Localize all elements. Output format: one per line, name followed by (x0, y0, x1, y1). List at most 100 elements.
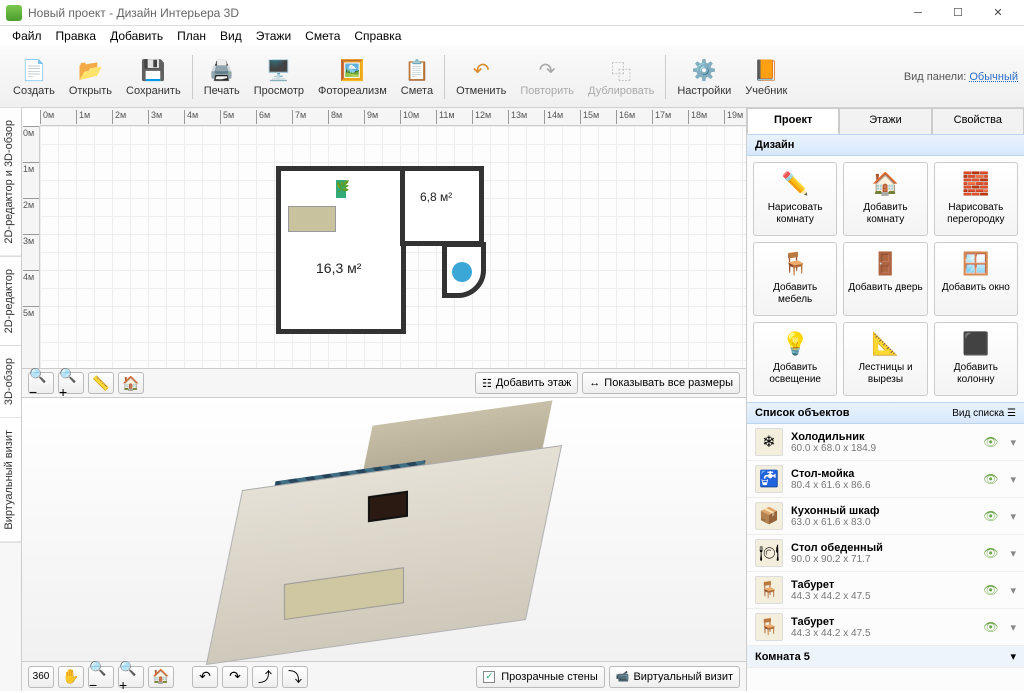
design-card-label: Нарисовать комнату (756, 202, 834, 225)
ruler-icon: 📏 (92, 375, 109, 392)
object-row[interactable]: 🍽Стол обеденный90.0 x 90.2 x 71.7👁▾ (747, 535, 1024, 572)
canvas-2d[interactable]: 🌿 16,3 м² 6,8 м² (40, 126, 746, 368)
create-button[interactable]: 📄Создать (7, 55, 61, 99)
folder-open-icon: 📂 (76, 57, 104, 85)
virtual-visit-button[interactable]: 📹Виртуальный визит (609, 666, 740, 688)
object-row[interactable]: 🚰Стол-мойка80.4 x 61.6 x 86.6👁▾ (747, 461, 1024, 498)
save-button[interactable]: 💾Сохранить (120, 55, 187, 99)
object-thumbnail-icon: 🪑 (755, 613, 783, 641)
visibility-toggle[interactable]: 👁 (983, 509, 998, 523)
design-card-icon: ⬛ (960, 329, 992, 359)
object-dimensions: 44.3 x 44.2 x 47.5 (791, 591, 871, 602)
design-card-2[interactable]: 🧱Нарисовать перегородку (934, 162, 1018, 236)
design-card-7[interactable]: 📐Лестницы и вырезы (843, 322, 927, 396)
visibility-toggle[interactable]: 👁 (983, 472, 998, 486)
preview-button[interactable]: 🖥️Просмотр (248, 55, 310, 99)
object-dimensions: 60.0 x 68.0 x 184.9 (791, 443, 876, 454)
visibility-toggle[interactable]: 👁 (983, 583, 998, 597)
left-view-tabs: 2D-редактор и 3D-обзор 2D-редактор 3D-об… (0, 108, 22, 691)
ruler-vertical: 0м1м2м3м4м5м (22, 126, 40, 368)
minimize-button[interactable]: ─ (898, 2, 938, 24)
design-card-1[interactable]: 🏠Добавить комнату (843, 162, 927, 236)
photoreal-button[interactable]: 🖼️Фотореализм (312, 55, 393, 99)
home-3d-button[interactable]: 🏠 (148, 666, 174, 688)
undo-button[interactable]: ↶Отменить (450, 55, 512, 99)
open-button[interactable]: 📂Открыть (63, 55, 118, 99)
object-dimensions: 80.4 x 61.6 x 86.6 (791, 480, 871, 491)
object-row[interactable]: 🪑Табурет44.3 x 44.2 x 47.5👁▾ (747, 572, 1024, 609)
tilt-down-button[interactable]: ⤵ (282, 666, 308, 688)
object-row[interactable]: 🪑Табурет44.3 x 44.2 x 47.5👁▾ (747, 609, 1024, 646)
measure-button[interactable]: 📏 (88, 372, 114, 394)
visibility-toggle[interactable]: 👁 (983, 546, 998, 560)
menu-add[interactable]: Добавить (104, 28, 169, 44)
redo-button[interactable]: ↷Повторить (514, 55, 580, 99)
manual-button[interactable]: 📙Учебник (739, 55, 793, 99)
tab-project[interactable]: Проект (747, 108, 839, 134)
design-tools-grid: ✏️Нарисовать комнату🏠Добавить комнату🧱На… (747, 156, 1024, 402)
menu-floors[interactable]: Этажи (250, 28, 297, 44)
menu-estimate[interactable]: Смета (299, 28, 346, 44)
chevron-down-icon[interactable]: ▾ (1010, 436, 1016, 449)
object-row[interactable]: 📦Кухонный шкаф63.0 x 61.6 x 83.0👁▾ (747, 498, 1024, 535)
panel-mode-link[interactable]: Обычный (969, 71, 1018, 83)
transparent-walls-toggle[interactable]: ✓Прозрачные стены (476, 666, 604, 688)
menu-help[interactable]: Справка (348, 28, 407, 44)
controls-2d: 🔍− 🔍+ 📏 🏠 ☷Добавить этаж ↔Показывать все… (22, 368, 746, 398)
home-2d-button[interactable]: 🏠 (118, 372, 144, 394)
object-row[interactable]: ❄Холодильник60.0 x 68.0 x 184.9👁▾ (747, 424, 1024, 461)
rotate-360-button[interactable]: 360 (28, 666, 54, 688)
menu-file[interactable]: Файл (6, 28, 48, 44)
chevron-down-icon[interactable]: ▾ (1010, 584, 1016, 597)
menu-view[interactable]: Вид (214, 28, 248, 44)
list-view-icon[interactable]: ☰ (1007, 408, 1016, 419)
design-card-label: Нарисовать перегородку (937, 202, 1015, 225)
chevron-down-icon[interactable]: ▾ (1010, 510, 1016, 523)
objects-list[interactable]: ❄Холодильник60.0 x 68.0 x 184.9👁▾🚰Стол-м… (747, 424, 1024, 691)
tilt-up-button[interactable]: ⤴ (252, 666, 278, 688)
document-new-icon: 📄 (20, 57, 48, 85)
design-card-0[interactable]: ✏️Нарисовать комнату (753, 162, 837, 236)
maximize-button[interactable]: ☐ (938, 2, 978, 24)
tilt-down-icon: ⤵ (288, 667, 302, 687)
pan-button[interactable]: ✋ (58, 666, 84, 688)
estimate-button[interactable]: 📋Смета (395, 55, 439, 99)
tab-2d-editor[interactable]: 2D-редактор (0, 257, 21, 346)
design-card-5[interactable]: 🪟Добавить окно (934, 242, 1018, 316)
tab-3d-view[interactable]: 3D-обзор (0, 346, 21, 418)
floor-plan[interactable]: 🌿 16,3 м² 6,8 м² (276, 166, 486, 336)
object-thumbnail-icon: 📦 (755, 502, 783, 530)
tab-virtual-visit[interactable]: Виртуальный визит (0, 418, 21, 543)
zoom-out-2d-button[interactable]: 🔍− (28, 372, 54, 394)
design-card-4[interactable]: 🚪Добавить дверь (843, 242, 927, 316)
zoom-in-icon: 🔍+ (119, 660, 143, 693)
object-dimensions: 44.3 x 44.2 x 47.5 (791, 628, 871, 639)
print-button[interactable]: 🖨️Печать (198, 55, 246, 99)
design-card-3[interactable]: 🪑Добавить мебель (753, 242, 837, 316)
tab-2d-3d[interactable]: 2D-редактор и 3D-обзор (0, 108, 21, 257)
home-icon: 🏠 (152, 668, 169, 685)
chevron-down-icon[interactable]: ▾ (1010, 621, 1016, 634)
visibility-toggle[interactable]: 👁 (983, 435, 998, 449)
menu-plan[interactable]: План (171, 28, 212, 44)
zoom-out-3d-button[interactable]: 🔍− (88, 666, 114, 688)
visibility-toggle[interactable]: 👁 (983, 620, 998, 634)
chevron-down-icon[interactable]: ▾ (1010, 473, 1016, 486)
tab-floors[interactable]: Этажи (839, 108, 931, 134)
menu-edit[interactable]: Правка (50, 28, 103, 44)
zoom-in-3d-button[interactable]: 🔍+ (118, 666, 144, 688)
design-card-8[interactable]: ⬛Добавить колонну (934, 322, 1018, 396)
close-button[interactable]: ✕ (978, 2, 1018, 24)
home-icon: 🏠 (122, 375, 139, 392)
chevron-down-icon[interactable]: ▾ (1010, 547, 1016, 560)
sofa-2d-icon[interactable] (288, 206, 336, 232)
duplicate-button[interactable]: ⿻Дублировать (582, 55, 660, 99)
design-card-6[interactable]: 💡Добавить освещение (753, 322, 837, 396)
object-group-row[interactable]: Комната 5▾ (747, 646, 1024, 668)
tab-properties[interactable]: Свойства (932, 108, 1024, 134)
show-dimensions-button[interactable]: ↔Показывать все размеры (582, 372, 740, 394)
canvas-3d[interactable] (22, 398, 746, 661)
settings-button[interactable]: ⚙️Настройки (671, 55, 737, 99)
zoom-in-2d-button[interactable]: 🔍+ (58, 372, 84, 394)
book-icon: 📙 (752, 57, 780, 85)
